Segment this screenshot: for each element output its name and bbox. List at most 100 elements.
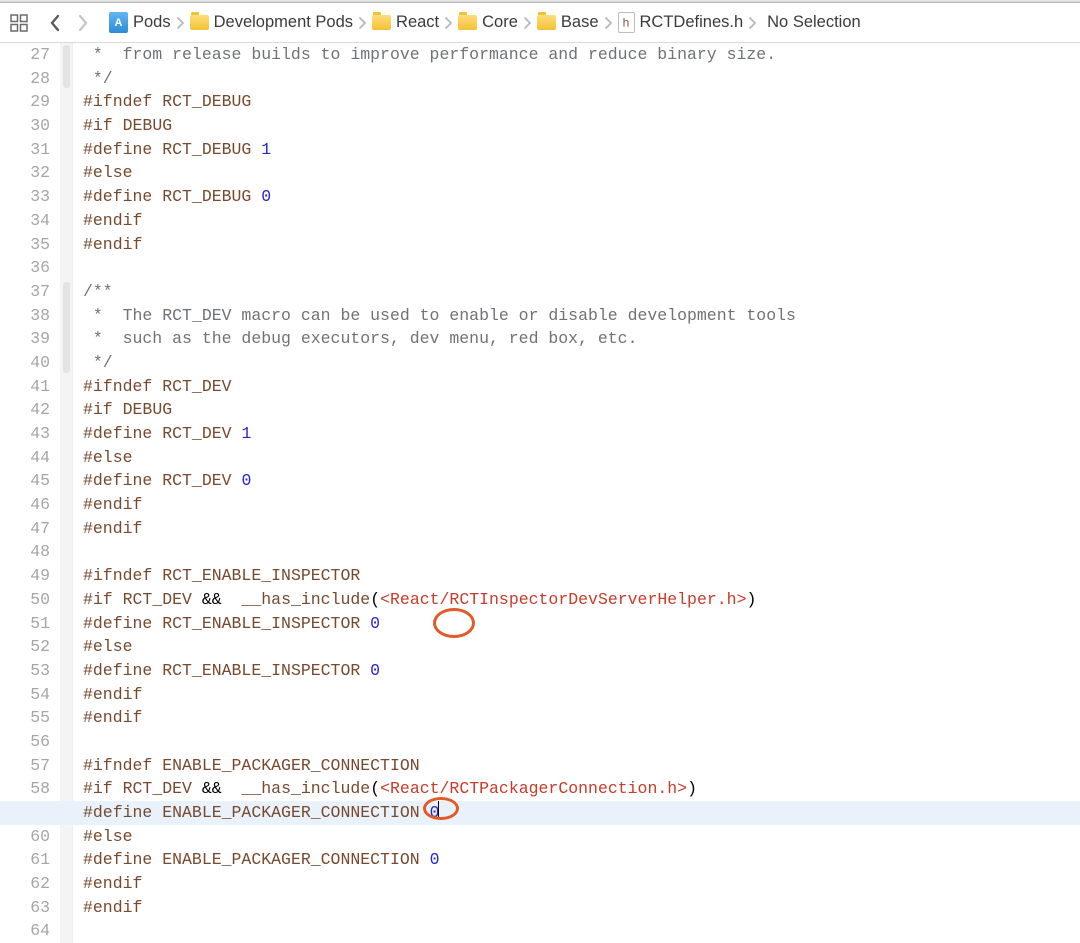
fold-indicator[interactable] xyxy=(63,45,70,88)
code-line[interactable] xyxy=(83,540,1080,564)
breadcrumb-item[interactable]: RCTDefines.h xyxy=(615,11,747,34)
line-number: 60 xyxy=(0,825,50,849)
code-line[interactable]: #if RCT_DEV && __has_include(<React/RCTI… xyxy=(83,588,1080,612)
line-number: 40 xyxy=(0,351,50,375)
breadcrumb-label: React xyxy=(396,13,439,32)
code-line[interactable]: #ifndef RCT_DEBUG xyxy=(83,90,1080,114)
breadcrumb-item[interactable]: Development Pods xyxy=(187,12,356,33)
code-line[interactable]: #define ENABLE_PACKAGER_CONNECTION 0 xyxy=(0,801,1080,825)
code-line[interactable]: #endif xyxy=(83,209,1080,233)
code-line[interactable] xyxy=(83,730,1080,754)
line-number: 56 xyxy=(0,730,50,754)
code-line[interactable]: #define RCT_ENABLE_INSPECTOR 0 xyxy=(83,659,1080,683)
breadcrumb-label: RCTDefines.h xyxy=(640,13,744,32)
code-line[interactable]: */ xyxy=(83,351,1080,375)
line-number: 47 xyxy=(0,517,50,541)
code-line[interactable]: #define RCT_ENABLE_INSPECTOR 0 xyxy=(83,612,1080,636)
code-line[interactable]: #define RCT_DEV 1 xyxy=(83,422,1080,446)
code-line[interactable]: #ifndef RCT_DEV xyxy=(83,375,1080,399)
code-line[interactable]: #if DEBUG xyxy=(83,114,1080,138)
breadcrumb-item[interactable]: Core xyxy=(455,12,521,33)
code-line[interactable]: */ xyxy=(83,67,1080,91)
line-number: 36 xyxy=(0,256,50,280)
folder-icon xyxy=(190,15,209,30)
project-icon xyxy=(109,12,128,33)
line-number: 37 xyxy=(0,280,50,304)
code-line[interactable]: #define RCT_DEBUG 1 xyxy=(83,138,1080,162)
code-line[interactable]: #endif xyxy=(83,233,1080,257)
code-line[interactable]: #endif xyxy=(83,706,1080,730)
line-number: 42 xyxy=(0,398,50,422)
code-line[interactable]: #endif xyxy=(83,872,1080,896)
code-line[interactable]: #define RCT_DEV 0 xyxy=(83,469,1080,493)
breadcrumb-label: Core xyxy=(482,13,518,32)
line-number: 43 xyxy=(0,422,50,446)
nav-back-button[interactable] xyxy=(42,10,68,36)
breadcrumb-separator-icon xyxy=(748,15,757,31)
jump-bar: Pods Development Pods React Core Base RCTDefi… xyxy=(0,3,1080,43)
code-line[interactable]: #if DEBUG xyxy=(83,398,1080,422)
line-number: 38 xyxy=(0,304,50,328)
code-line[interactable]: * such as the debug executors, dev menu,… xyxy=(83,327,1080,351)
breadcrumb-separator-icon xyxy=(358,15,367,31)
code-line[interactable]: #else xyxy=(83,161,1080,185)
code-line[interactable]: #else xyxy=(83,446,1080,470)
code-line[interactable]: /** xyxy=(83,280,1080,304)
line-number: 46 xyxy=(0,493,50,517)
line-number: 51 xyxy=(0,612,50,636)
breadcrumb: Pods Development Pods React Core Base RCTDefi… xyxy=(106,11,864,34)
nav-forward-button[interactable] xyxy=(70,10,96,36)
line-number: 61 xyxy=(0,848,50,872)
line-number: 32 xyxy=(0,161,50,185)
line-number: 57 xyxy=(0,754,50,778)
code-line[interactable]: #ifndef ENABLE_PACKAGER_CONNECTION xyxy=(83,754,1080,778)
code-line[interactable]: #if RCT_DEV && __has_include(<React/RCTP… xyxy=(83,777,1080,801)
breadcrumb-item[interactable]: React xyxy=(369,12,442,33)
code-line[interactable]: * from release builds to improve perform… xyxy=(83,43,1080,67)
header-file-icon xyxy=(618,12,635,33)
line-number: 54 xyxy=(0,683,50,707)
line-number: 34 xyxy=(0,209,50,233)
line-number: 49 xyxy=(0,564,50,588)
line-number: 28 xyxy=(0,67,50,91)
fold-indicator[interactable] xyxy=(63,282,70,373)
breadcrumb-separator-icon xyxy=(444,15,453,31)
code-line[interactable] xyxy=(83,919,1080,943)
line-number: 29 xyxy=(0,90,50,114)
line-number: 31 xyxy=(0,138,50,162)
breadcrumb-separator-icon xyxy=(176,15,185,31)
code-line[interactable]: #define RCT_DEBUG 0 xyxy=(83,185,1080,209)
code-line[interactable] xyxy=(83,256,1080,280)
line-number: 62 xyxy=(0,872,50,896)
breadcrumb-label: Development Pods xyxy=(214,13,353,32)
code-line[interactable]: #endif xyxy=(83,493,1080,517)
line-number: 63 xyxy=(0,896,50,920)
line-number: 44 xyxy=(0,446,50,470)
line-number: 35 xyxy=(0,233,50,257)
code-line[interactable]: #else xyxy=(83,825,1080,849)
code-line[interactable]: #endif xyxy=(83,683,1080,707)
code-line[interactable]: * The RCT_DEV macro can be used to enabl… xyxy=(83,304,1080,328)
related-items-icon[interactable] xyxy=(6,10,32,36)
text-caret xyxy=(438,801,439,819)
code-line[interactable]: #define ENABLE_PACKAGER_CONNECTION 0 xyxy=(83,848,1080,872)
line-number: 58 xyxy=(0,777,50,801)
code-line[interactable]: #endif xyxy=(83,517,1080,541)
code-line[interactable]: #endif xyxy=(83,896,1080,920)
code-area[interactable]: * from release builds to improve perform… xyxy=(73,43,1080,943)
folder-icon xyxy=(537,15,556,30)
breadcrumb-separator-icon xyxy=(523,15,532,31)
line-number: 48 xyxy=(0,540,50,564)
line-number: 64 xyxy=(0,919,50,943)
breadcrumb-item[interactable]: No Selection xyxy=(759,12,864,33)
breadcrumb-item[interactable]: Pods xyxy=(106,11,174,34)
breadcrumb-label: Pods xyxy=(133,13,171,32)
line-number: 53 xyxy=(0,659,50,683)
breadcrumb-item[interactable]: Base xyxy=(534,12,602,33)
code-line[interactable]: #else xyxy=(83,635,1080,659)
breadcrumb-label: Base xyxy=(561,13,599,32)
code-editor[interactable]: 2728293031323334353637383940414243444546… xyxy=(0,43,1080,943)
line-number: 55 xyxy=(0,706,50,730)
folder-icon xyxy=(458,15,477,30)
code-line[interactable]: #ifndef RCT_ENABLE_INSPECTOR xyxy=(83,564,1080,588)
